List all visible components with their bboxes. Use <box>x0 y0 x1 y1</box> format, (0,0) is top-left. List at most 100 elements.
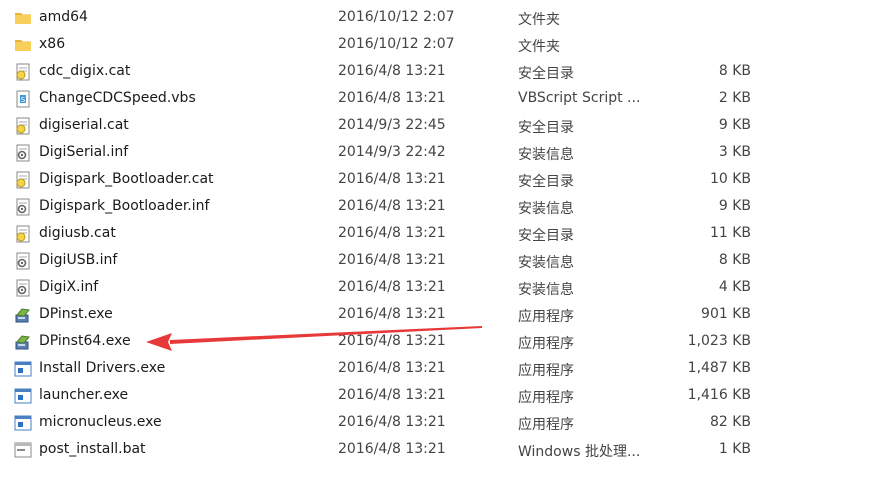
file-size: 1,416 KB <box>687 387 751 403</box>
file-size: 901 KB <box>701 306 751 322</box>
file-modified-date: 2016/4/8 13:21 <box>338 279 446 295</box>
setup-info-icon <box>14 279 32 297</box>
file-type: 安全目录 <box>518 66 574 82</box>
file-type: VBScript Script ... <box>518 90 641 106</box>
file-modified-date: 2016/10/12 2:07 <box>338 36 455 52</box>
file-name[interactable]: x86 <box>39 36 65 52</box>
security-catalog-icon <box>14 63 32 81</box>
file-type: 文件夹 <box>518 12 560 28</box>
file-type: 应用程序 <box>518 309 574 325</box>
file-name[interactable]: post_install.bat <box>39 441 146 457</box>
file-size: 1 KB <box>718 441 751 457</box>
file-type: 安装信息 <box>518 282 574 298</box>
application-exe-icon <box>14 387 32 405</box>
file-name[interactable]: cdc_digix.cat <box>39 63 130 79</box>
file-row[interactable]: DigiX.inf 2016/4/8 13:21 安装信息 4 KB <box>0 274 874 301</box>
installer-exe-icon <box>14 333 32 351</box>
file-modified-date: 2016/4/8 13:21 <box>338 306 446 322</box>
file-name[interactable]: ChangeCDCSpeed.vbs <box>39 90 196 106</box>
file-name[interactable]: DigiSerial.inf <box>39 144 128 160</box>
vbscript-icon: S <box>14 90 32 108</box>
file-row[interactable]: DPinst64.exe 2016/4/8 13:21 应用程序 1,023 KB <box>0 328 874 355</box>
folder-icon <box>14 36 32 54</box>
file-type: 应用程序 <box>518 417 574 433</box>
file-size: 10 KB <box>709 171 751 187</box>
installer-exe-icon <box>14 306 32 324</box>
file-type: Windows 批处理... <box>518 444 641 460</box>
file-name[interactable]: DigiX.inf <box>39 279 98 295</box>
file-row[interactable]: launcher.exe 2016/4/8 13:21 应用程序 1,416 KB <box>0 382 874 409</box>
file-row[interactable]: DigiUSB.inf 2016/4/8 13:21 安装信息 8 KB <box>0 247 874 274</box>
file-size: 8 KB <box>718 252 751 268</box>
file-name[interactable]: Install Drivers.exe <box>39 360 165 376</box>
file-name[interactable]: digiusb.cat <box>39 225 116 241</box>
folder-icon <box>14 9 32 27</box>
file-type: 安全目录 <box>518 174 574 190</box>
file-type: 应用程序 <box>518 363 574 379</box>
security-catalog-icon <box>14 117 32 135</box>
file-size: 1,487 KB <box>687 360 751 376</box>
file-modified-date: 2016/10/12 2:07 <box>338 9 455 25</box>
batch-file-icon <box>14 441 32 459</box>
file-name[interactable]: amd64 <box>39 9 88 25</box>
file-row[interactable]: amd64 2016/10/12 2:07 文件夹 <box>0 4 874 31</box>
file-type: 安装信息 <box>518 201 574 217</box>
file-row[interactable]: digiserial.cat 2014/9/3 22:45 安全目录 9 KB <box>0 112 874 139</box>
file-type: 应用程序 <box>518 390 574 406</box>
file-modified-date: 2014/9/3 22:45 <box>338 117 446 133</box>
file-name[interactable]: digiserial.cat <box>39 117 129 133</box>
file-type: 安装信息 <box>518 147 574 163</box>
file-row[interactable]: post_install.bat 2016/4/8 13:21 Windows 批处… <box>0 436 874 463</box>
file-name[interactable]: Digispark_Bootloader.cat <box>39 171 214 187</box>
file-row[interactable]: digiusb.cat 2016/4/8 13:21 安全目录 11 KB <box>0 220 874 247</box>
file-row[interactable]: Digispark_Bootloader.inf 2016/4/8 13:21 安装… <box>0 193 874 220</box>
file-size: 8 KB <box>718 63 751 79</box>
file-name[interactable]: DPinst.exe <box>39 306 113 322</box>
file-row[interactable]: DigiSerial.inf 2014/9/3 22:42 安装信息 3 KB <box>0 139 874 166</box>
setup-info-icon <box>14 198 32 216</box>
file-size: 82 KB <box>709 414 751 430</box>
file-row[interactable]: Install Drivers.exe 2016/4/8 13:21 应用程序 1,4… <box>0 355 874 382</box>
setup-info-icon <box>14 252 32 270</box>
application-exe-icon <box>14 414 32 432</box>
file-name[interactable]: micronucleus.exe <box>39 414 162 430</box>
setup-info-icon <box>14 144 32 162</box>
file-type: 应用程序 <box>518 336 574 352</box>
file-name[interactable]: DPinst64.exe <box>39 333 131 349</box>
file-name[interactable]: launcher.exe <box>39 387 128 403</box>
file-type: 安全目录 <box>518 120 574 136</box>
file-type: 安全目录 <box>518 228 574 244</box>
security-catalog-icon <box>14 225 32 243</box>
file-row[interactable]: Digispark_Bootloader.cat 2016/4/8 13:21 安全… <box>0 166 874 193</box>
file-size: 9 KB <box>718 198 751 214</box>
file-modified-date: 2016/4/8 13:21 <box>338 198 446 214</box>
file-modified-date: 2016/4/8 13:21 <box>338 63 446 79</box>
file-row[interactable]: DPinst.exe 2016/4/8 13:21 应用程序 901 KB <box>0 301 874 328</box>
file-row[interactable]: x86 2016/10/12 2:07 文件夹 <box>0 31 874 58</box>
file-modified-date: 2016/4/8 13:21 <box>338 225 446 241</box>
file-size: 1,023 KB <box>687 333 751 349</box>
file-modified-date: 2016/4/8 13:21 <box>338 90 446 106</box>
file-modified-date: 2016/4/8 13:21 <box>338 171 446 187</box>
file-modified-date: 2016/4/8 13:21 <box>338 333 446 349</box>
security-catalog-icon <box>14 171 32 189</box>
file-list: amd64 2016/10/12 2:07 文件夹 x86 2016/10/12 2:0… <box>0 4 874 463</box>
file-modified-date: 2016/4/8 13:21 <box>338 414 446 430</box>
file-row[interactable]: S ChangeCDCSpeed.vbs 2016/4/8 13:21 VBScrip… <box>0 85 874 112</box>
file-name[interactable]: Digispark_Bootloader.inf <box>39 198 209 214</box>
file-size: 11 KB <box>709 225 751 241</box>
file-modified-date: 2016/4/8 13:21 <box>338 252 446 268</box>
svg-text:S: S <box>21 96 26 104</box>
application-exe-icon <box>14 360 32 378</box>
file-modified-date: 2016/4/8 13:21 <box>338 441 446 457</box>
file-modified-date: 2016/4/8 13:21 <box>338 360 446 376</box>
file-name[interactable]: DigiUSB.inf <box>39 252 117 268</box>
file-type: 安装信息 <box>518 255 574 271</box>
file-row[interactable]: micronucleus.exe 2016/4/8 13:21 应用程序 82 KB <box>0 409 874 436</box>
file-size: 4 KB <box>718 279 751 295</box>
file-type: 文件夹 <box>518 39 560 55</box>
file-size: 9 KB <box>718 117 751 133</box>
file-row[interactable]: cdc_digix.cat 2016/4/8 13:21 安全目录 8 KB <box>0 58 874 85</box>
file-size: 2 KB <box>718 90 751 106</box>
file-size: 3 KB <box>718 144 751 160</box>
